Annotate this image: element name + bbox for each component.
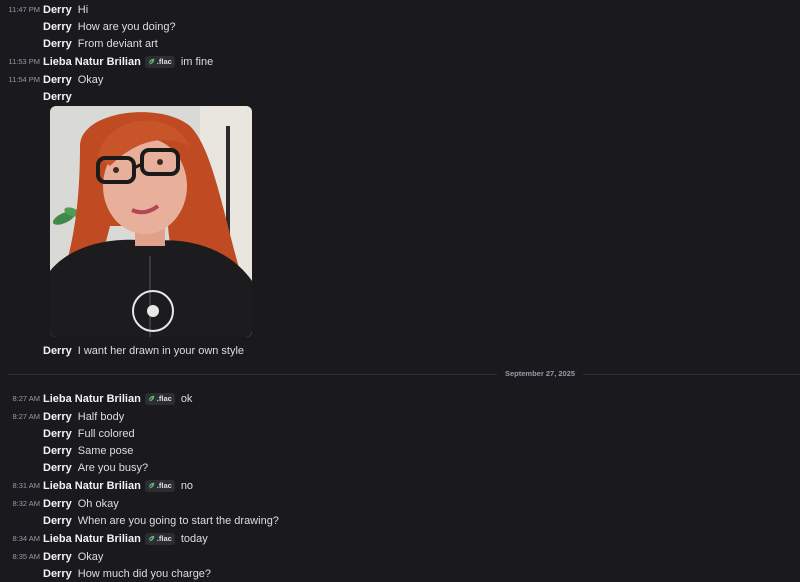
message-row: Derry Are you busy? xyxy=(0,459,148,476)
message-text: today xyxy=(180,532,208,545)
message-author[interactable]: Derry xyxy=(43,345,72,357)
leaf-icon xyxy=(148,482,155,489)
message-author[interactable]: Derry xyxy=(43,74,72,86)
chat-messages: 11:47 PM Derry Hi Derry How are you doin… xyxy=(0,0,800,582)
user-tag-badge[interactable]: .flac xyxy=(144,392,175,405)
photo-attachment[interactable] xyxy=(50,106,252,337)
message-author[interactable]: Derry xyxy=(43,498,72,510)
message-timestamp: 8:27 AM xyxy=(12,394,40,403)
message-row: 11:53 PM Lieba Natur Brilian .flac im fi… xyxy=(0,53,213,70)
message-row: 8:31 AM Lieba Natur Brilian .flac no xyxy=(0,477,193,494)
message-text: Full colored xyxy=(77,427,135,440)
message-author[interactable]: Derry xyxy=(43,445,72,457)
message-text: From deviant art xyxy=(77,37,158,50)
message-row: 8:35 AM Derry Okay xyxy=(0,548,103,565)
message-text: I want her drawn in your own style xyxy=(77,344,245,357)
message-text: Are you busy? xyxy=(77,461,149,474)
message-author[interactable]: Lieba Natur Brilian xyxy=(43,56,141,68)
message-timestamp: 11:53 PM xyxy=(8,57,40,66)
message-author[interactable]: Derry xyxy=(43,568,72,580)
message-author[interactable]: Derry xyxy=(43,21,72,33)
message-timestamp: 8:35 AM xyxy=(12,552,40,561)
message-author[interactable]: Derry xyxy=(43,91,72,103)
message-timestamp: 8:32 AM xyxy=(12,499,40,508)
user-tag-badge[interactable]: .flac xyxy=(144,479,175,492)
message-row: 8:34 AM Lieba Natur Brilian .flac today xyxy=(0,530,208,547)
leaf-icon xyxy=(148,58,155,65)
message-row: 8:27 AM Lieba Natur Brilian .flac ok xyxy=(0,390,192,407)
message-row: Derry Same pose xyxy=(0,442,133,459)
message-timestamp: 8:27 AM xyxy=(12,412,40,421)
message-row: Derry From deviant art xyxy=(0,35,158,52)
message-text: Okay xyxy=(77,73,104,86)
date-divider xyxy=(8,374,800,375)
user-tag-badge[interactable]: .flac xyxy=(144,55,175,68)
message-text: Hi xyxy=(77,3,89,16)
message-text: ok xyxy=(180,392,193,405)
message-row: 11:47 PM Derry Hi xyxy=(0,1,88,18)
message-text: no xyxy=(180,479,194,492)
user-tag-label: .flac xyxy=(156,481,172,490)
message-author[interactable]: Derry xyxy=(43,462,72,474)
user-tag-badge[interactable]: .flac xyxy=(144,532,175,545)
date-divider-label: September 27, 2025 xyxy=(497,368,584,380)
message-timestamp: 11:54 PM xyxy=(8,75,40,84)
message-text: Oh okay xyxy=(77,497,119,510)
message-text: When are you going to start the drawing? xyxy=(77,514,279,527)
message-author[interactable]: Lieba Natur Brilian xyxy=(43,533,141,545)
message-text: Okay xyxy=(77,550,104,563)
leaf-icon xyxy=(148,535,155,542)
message-author[interactable]: Lieba Natur Brilian xyxy=(43,480,141,492)
leaf-icon xyxy=(148,395,155,402)
message-row: Derry How much did you charge? xyxy=(0,565,211,582)
message-author[interactable]: Derry xyxy=(43,515,72,527)
user-tag-label: .flac xyxy=(156,394,172,403)
message-author[interactable]: Derry xyxy=(43,38,72,50)
message-text: How much did you charge? xyxy=(77,567,212,580)
message-row: Derry xyxy=(0,88,78,105)
message-row: Derry Full colored xyxy=(0,425,135,442)
message-author[interactable]: Derry xyxy=(43,428,72,440)
message-row: Derry How are you doing? xyxy=(0,18,176,35)
user-tag-label: .flac xyxy=(156,57,172,66)
user-tag-label: .flac xyxy=(156,534,172,543)
message-text: Half body xyxy=(77,410,125,423)
message-timestamp: 11:47 PM xyxy=(8,5,40,14)
message-author[interactable]: Derry xyxy=(43,4,72,16)
message-author[interactable]: Lieba Natur Brilian xyxy=(43,393,141,405)
message-row: Derry I want her drawn in your own style xyxy=(0,342,244,359)
message-timestamp: 8:34 AM xyxy=(12,534,40,543)
message-row: Derry When are you going to start the dr… xyxy=(0,512,279,529)
message-text: Same pose xyxy=(77,444,134,457)
message-row: 8:27 AM Derry Half body xyxy=(0,408,124,425)
message-timestamp: 8:31 AM xyxy=(12,481,40,490)
message-text: im fine xyxy=(180,55,214,68)
message-author[interactable]: Derry xyxy=(43,551,72,563)
message-text: How are you doing? xyxy=(77,20,176,33)
message-row: 8:32 AM Derry Oh okay xyxy=(0,495,119,512)
message-row: 11:54 PM Derry Okay xyxy=(0,71,103,88)
message-author[interactable]: Derry xyxy=(43,411,72,423)
